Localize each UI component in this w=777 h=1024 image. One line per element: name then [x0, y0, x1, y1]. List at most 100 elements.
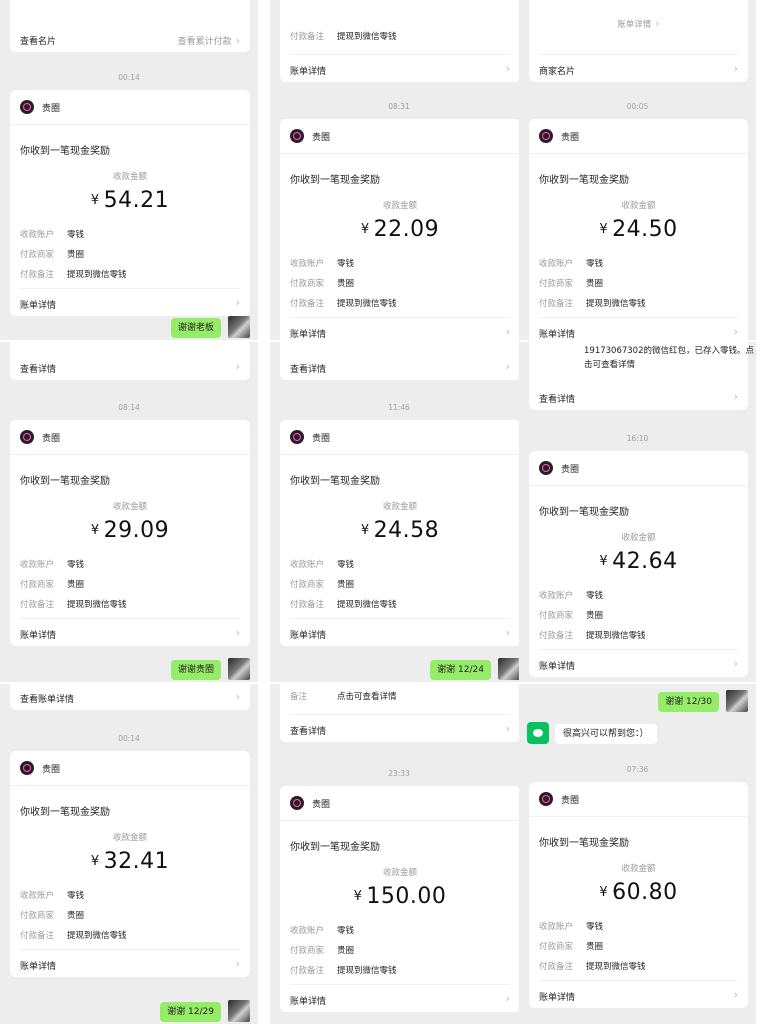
bill-details-row[interactable]: 账单详情 ›: [290, 993, 510, 1007]
account-label: 收款账户: [290, 926, 325, 936]
amount-number: 42.64: [612, 549, 678, 574]
view-card-row[interactable]: 查看名片 查看累计付款 ›: [10, 34, 250, 47]
card-footer-prev[interactable]: 付款备注 提现到微信零钱账单详情 ›: [280, 0, 520, 82]
view-details-row[interactable]: 账单详情 ›: [280, 63, 520, 77]
bill-details-row[interactable]: 账单详情 ›: [20, 296, 240, 311]
bill-details-link[interactable]: 账单详情: [539, 990, 575, 1003]
merchant-header: 贵圈: [290, 430, 330, 444]
view-card-link[interactable]: 查看名片: [20, 34, 56, 47]
payment-card[interactable]: 贵圈 你收到一笔现金奖励 收款金额 ¥29.09 收款账户 零钱 付款商家 贵圈 付款备注 提现到…: [10, 420, 250, 646]
view-details-row[interactable]: 查看详情 ›: [280, 723, 520, 737]
my-avatar[interactable]: [726, 690, 748, 712]
chat-panel: 账单详情 › 商家名片 › 00:05 贵圈 你收到一笔现金奖励 收款金额 ¥24.50 收款账户…: [519, 0, 756, 340]
bill-details-row[interactable]: 账单详情 ›: [539, 326, 738, 340]
currency-symbol: ¥: [599, 554, 609, 569]
view-bill-row[interactable]: 查看账单详情 ›: [10, 691, 250, 705]
account-label: 收款账户: [20, 560, 55, 570]
view-details-row[interactable]: 查看详情 ›: [529, 391, 748, 405]
details-link[interactable]: 查看详情: [539, 392, 575, 405]
bill-details-link[interactable]: 账单详情: [20, 959, 56, 972]
merchant-row: 付款商家 贵圈: [290, 277, 354, 289]
chevron-right-icon: ›: [733, 657, 738, 670]
card-footer-prev[interactable]: 查看账单详情 ›: [10, 684, 250, 710]
card-title: 你收到一笔现金奖励: [290, 842, 380, 853]
bill-details-link[interactable]: 账单详情: [539, 327, 575, 340]
account-value: 零钱: [337, 259, 355, 269]
my-avatar[interactable]: [228, 658, 250, 680]
chevron-right-icon: ›: [505, 360, 510, 373]
merchant-row: 付款商家 贵圈: [20, 248, 84, 260]
divider: [290, 54, 510, 55]
details-link[interactable]: 查看详情: [290, 362, 326, 375]
merchant-card-row[interactable]: 商家名片 ›: [529, 63, 748, 77]
bill-details-row[interactable]: 账单详情 ›: [290, 326, 510, 340]
bill-details-link[interactable]: 账单详情: [539, 659, 575, 672]
merchant-label: 付款商家: [20, 911, 55, 921]
note-row: 付款备注 提现到微信零钱: [290, 30, 397, 42]
chevron-right-icon: ›: [235, 34, 240, 47]
account-row: 收款账户 零钱: [20, 558, 84, 570]
my-avatar[interactable]: [498, 658, 520, 680]
payment-card[interactable]: 贵圈 你收到一笔现金奖励 收款金额 ¥42.64 收款账户 零钱 付款商家 贵圈 付款备注 提现到…: [529, 451, 748, 677]
bill-details-row[interactable]: 账单详情 ›: [20, 627, 240, 641]
amount-value: ¥24.50: [529, 217, 748, 242]
bill-details-link[interactable]: 账单详情: [290, 994, 326, 1007]
view-bill-link[interactable]: 查看账单详情: [20, 692, 74, 705]
bill-details-link[interactable]: 账单详情: [290, 327, 326, 340]
payment-card[interactable]: 贵圈 你收到一笔现金奖励 收款金额 ¥32.41 收款账户 零钱 付款商家 贵圈 付款备注 提现到…: [10, 751, 250, 977]
my-avatar[interactable]: [228, 316, 250, 338]
bill-details-link[interactable]: 账单详情 ›: [529, 18, 748, 30]
account-row: 收款账户 零钱: [290, 558, 354, 570]
account-value: 零钱: [67, 891, 85, 901]
card-footer-prev[interactable]: 备注 点击可查看详情 查看详情 ›: [280, 684, 520, 742]
bill-details-link[interactable]: 账单详情: [20, 628, 56, 641]
payment-card[interactable]: 贵圈 你收到一笔现金奖励 收款金额 ¥54.21 收款账户 零钱 付款商家 贵圈 付款备注 提现到…: [10, 90, 250, 316]
merchant-label: 付款商家: [290, 580, 325, 590]
bill-details-row[interactable]: 账单详情 ›: [539, 989, 738, 1003]
bill-details-row[interactable]: 账单详情 ›: [539, 657, 738, 672]
account-label: 收款账户: [539, 591, 574, 601]
payment-card[interactable]: 贵圈 你收到一笔现金奖励 收款金额 ¥24.50 收款账户 零钱 付款商家 贵圈 付款备注 提现到…: [529, 119, 748, 340]
note-label: 付款备注: [539, 631, 574, 641]
timestamp: 23:33: [388, 769, 410, 778]
note-value: 提现到微信零钱: [586, 631, 646, 641]
payment-card[interactable]: 贵圈 你收到一笔现金奖励 收款金额 ¥150.00 收款账户 零钱 付款商家 贵圈 付款备注 提现…: [280, 786, 520, 1012]
chevron-right-icon: ›: [235, 957, 240, 970]
card-footer-prev[interactable]: 查看详情 ›: [280, 342, 520, 380]
merchant-logo-icon: [20, 430, 34, 444]
details-link[interactable]: 查看详情: [20, 362, 56, 375]
timestamp: 16:10: [626, 434, 649, 443]
card-footer-prev[interactable]: 19173067302的微信红包，已存入零钱。点击可查看详情 查看详情 ›: [529, 342, 754, 410]
amount-label: 收款金额: [112, 172, 147, 182]
payment-card[interactable]: 贵圈 你收到一笔现金奖励 收款金额 ¥24.58 收款账户 零钱 付款商家 贵圈 付款备注 提现到…: [280, 420, 520, 646]
card-footer-prev[interactable]: 账单详情 › 商家名片 ›: [529, 0, 748, 82]
view-details-row[interactable]: 查看详情 ›: [280, 360, 520, 375]
merchant-card-link[interactable]: 商家名片: [539, 64, 575, 77]
note-label: 付款备注: [20, 931, 55, 941]
amount-number: 24.50: [612, 217, 678, 242]
note-row: 付款备注 提现到微信零钱: [20, 598, 127, 610]
account-row: 收款账户 零钱: [290, 924, 354, 936]
details-link[interactable]: 查看详情: [290, 724, 326, 737]
bill-details-link[interactable]: 账单详情: [290, 628, 326, 641]
my-avatar[interactable]: [228, 1000, 250, 1022]
chevron-right-icon: ›: [655, 17, 660, 30]
payment-card[interactable]: 贵圈 你收到一笔现金奖励 收款金额 ¥22.09 收款账户 零钱 付款商家 贵圈 付款备注 提现到…: [280, 119, 520, 340]
amount-label: 收款金额: [382, 868, 417, 878]
note-row: 付款备注 提现到微信零钱: [20, 929, 127, 941]
bill-details-row[interactable]: 账单详情 ›: [290, 627, 510, 641]
bill-details-row[interactable]: 账单详情 ›: [20, 957, 240, 972]
view-total-link[interactable]: 查看累计付款 ›: [178, 34, 240, 47]
card-footer-prev[interactable]: 查看名片 查看累计付款 ›: [10, 0, 250, 52]
details-link[interactable]: 账单详情: [290, 64, 326, 77]
bill-details-link[interactable]: 账单详情: [20, 298, 56, 311]
merchant-name: 贵圈: [312, 433, 331, 444]
currency-symbol: ¥: [360, 222, 370, 237]
view-details-row[interactable]: 查看详情 ›: [10, 361, 250, 375]
amount-number: 24.58: [373, 518, 440, 543]
payment-card[interactable]: 贵圈 你收到一笔现金奖励 收款金额 ¥60.80 收款账户 零钱 付款商家 贵圈 付款备注 提现到…: [529, 782, 748, 1008]
merchant-value: 贵圈: [67, 580, 85, 590]
chat-panel: 查看详情 › 11:46 贵圈 你收到一笔现金奖励 收款金额 ¥24.58 收款账户 零钱 付款商…: [270, 342, 528, 682]
card-footer-prev[interactable]: 查看详情 ›: [10, 342, 250, 380]
chevron-right-icon: ›: [235, 296, 240, 309]
